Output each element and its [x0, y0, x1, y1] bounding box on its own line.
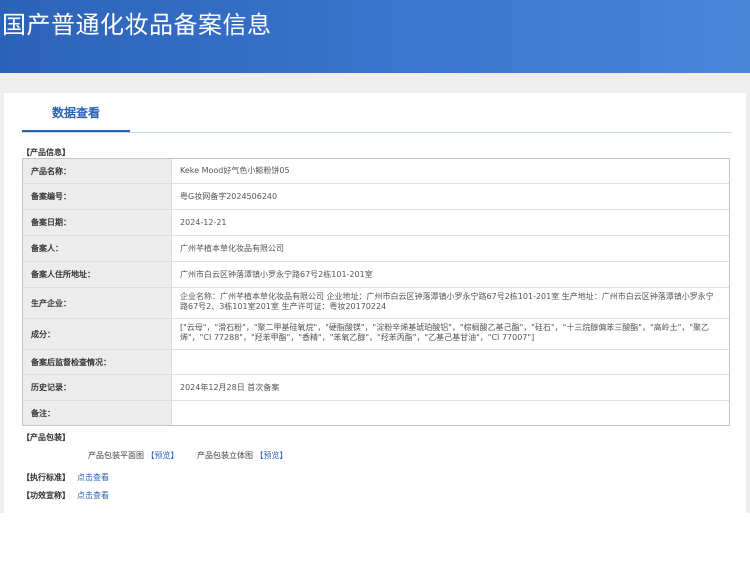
field-value: Keke Mood好气色小鲸粉饼05 — [171, 159, 721, 183]
row-product-name: 产品名称： Keke Mood好气色小鲸粉饼05 — [23, 159, 729, 184]
field-value: 广州芊植本草化妆品有限公司 — [171, 236, 721, 261]
efficacy-view-link[interactable]: 点击查看 — [77, 491, 109, 501]
field-key: 备案人： — [23, 236, 171, 261]
row-registrant: 备案人： 广州芊植本草化妆品有限公司 — [23, 236, 729, 262]
row-manufacturer: 生产企业： 企业名称：广州芊植本草化妆品有限公司 企业地址：广州市白云区钟落潭镇… — [23, 288, 729, 319]
field-key: 备案后监督检查情况： — [23, 350, 171, 374]
row-ingredients: 成分： ["云母"，"滑石粉"，"聚二甲基硅氧烷"，"硬脂酸镁"，"淀粉辛烯基琥… — [23, 319, 729, 350]
top-banner: 国产普通化妆品备案信息 — [0, 0, 750, 73]
flat-package-preview-link[interactable]: 【预览】 — [147, 451, 179, 460]
product-info-table: 产品名称： Keke Mood好气色小鲸粉饼05 备案编号： 粤G妆网备字202… — [22, 158, 730, 426]
field-value: 粤G妆网备字2024506240 — [171, 184, 721, 209]
standard-view-link[interactable]: 点击查看 — [77, 473, 109, 483]
field-key: 产品名称： — [23, 159, 171, 183]
product-info-section-label: 【产品信息】 — [22, 148, 70, 157]
flat-package-item: 产品包装平面图 【预览】 — [88, 451, 179, 461]
header-gap — [0, 73, 750, 93]
field-key: 备案日期： — [23, 210, 171, 235]
field-key: 备案人住所地址： — [23, 262, 171, 287]
flat-package-label: 产品包装平面图 — [88, 451, 144, 460]
field-value: 企业名称：广州芊植本草化妆品有限公司 企业地址：广州市白云区钟落潭镇小罗永宁路6… — [171, 288, 721, 318]
field-key: 生产企业： — [23, 288, 171, 318]
row-remarks: 备注： — [23, 401, 729, 425]
field-value: 2024年12月28日 首次备案 — [171, 375, 721, 400]
field-value — [171, 401, 721, 425]
tab-data-view[interactable]: 数据查看 — [22, 96, 130, 132]
row-history: 历史记录： 2024年12月28日 首次备案 — [23, 375, 729, 401]
row-supervision: 备案后监督检查情况： — [23, 350, 729, 375]
package-section-label: 【产品包装】 — [22, 433, 70, 442]
row-record-date: 备案日期： 2024-12-21 — [23, 210, 729, 236]
right-gutter — [746, 93, 750, 513]
field-key: 历史记录： — [23, 375, 171, 400]
field-value — [171, 350, 721, 374]
solid-package-item: 产品包装立体图 【预览】 — [197, 451, 288, 461]
efficacy-section-label: 【功效宣称】 — [22, 491, 70, 500]
tab-data-view-label: 数据查看 — [51, 106, 100, 120]
solid-package-label: 产品包装立体图 — [197, 451, 253, 460]
field-key: 成分： — [23, 319, 171, 349]
solid-package-preview-link[interactable]: 【预览】 — [256, 451, 288, 460]
row-registrant-address: 备案人住所地址： 广州市白云区钟落潭镇小罗永宁路67号2栋101-201室 — [23, 262, 729, 288]
field-key: 备案编号： — [23, 184, 171, 209]
field-key: 备注： — [23, 401, 171, 425]
page-footer-space — [0, 513, 750, 575]
row-record-number: 备案编号： 粤G妆网备字2024506240 — [23, 184, 729, 210]
field-value: 广州市白云区钟落潭镇小罗永宁路67号2栋101-201室 — [171, 262, 721, 287]
page-title: 国产普通化妆品备案信息 — [2, 11, 272, 39]
field-value: ["云母"，"滑石粉"，"聚二甲基硅氧烷"，"硬脂酸镁"，"淀粉辛烯基琥珀酸铝"… — [171, 319, 721, 349]
standard-section-label: 【执行标准】 — [22, 473, 70, 482]
field-value: 2024-12-21 — [171, 210, 721, 235]
tab-bar: 数据查看 — [22, 96, 732, 133]
